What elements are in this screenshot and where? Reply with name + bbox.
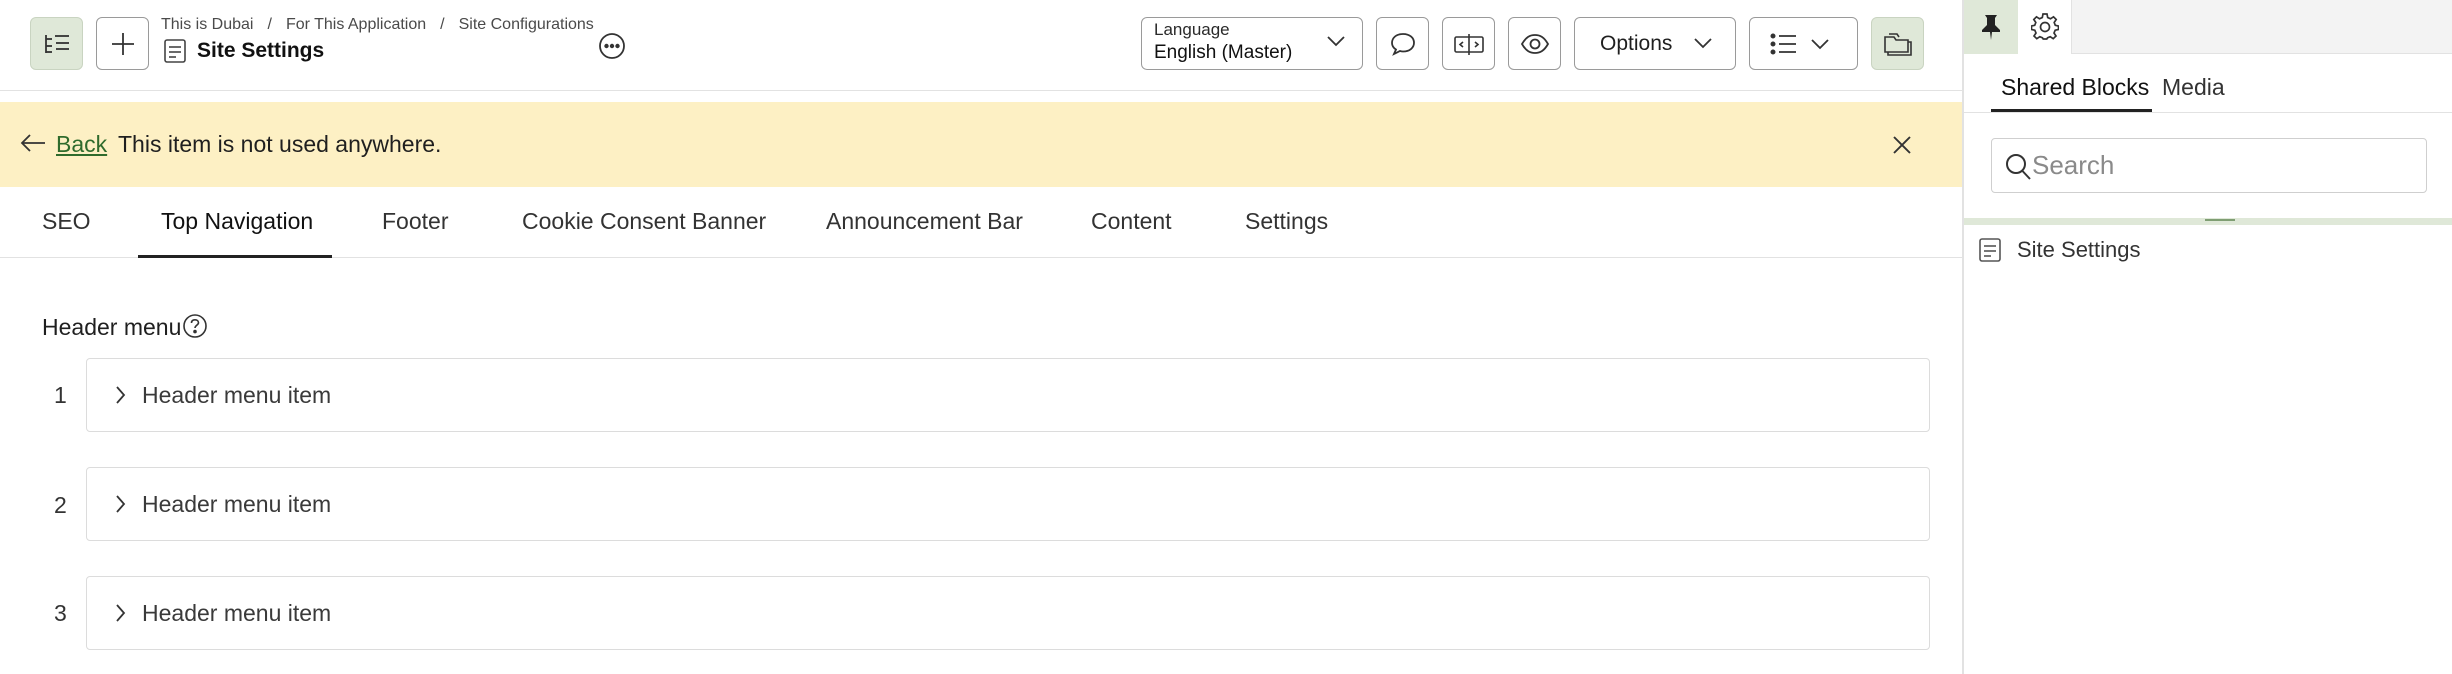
folder-panel-button[interactable] (1871, 17, 1924, 70)
ellipsis-circle-icon (599, 33, 625, 59)
document-icon (164, 39, 186, 63)
tab-footer[interactable]: Footer (382, 208, 448, 235)
language-select[interactable]: Language English (Master) (1141, 17, 1363, 70)
tree-item[interactable]: Site Settings (1978, 237, 2141, 263)
list-item[interactable]: Header menu item (86, 576, 1930, 650)
tab-shared-blocks[interactable]: Shared Blocks (2001, 74, 2149, 101)
arrow-left-icon[interactable] (19, 133, 47, 153)
tab-seo[interactable]: SEO (42, 208, 91, 235)
language-value: English (Master) (1154, 42, 1293, 63)
list-item[interactable]: Header menu item (86, 467, 1930, 541)
section-tabs: SEO Top Navigation Footer Cookie Consent… (0, 188, 1962, 258)
active-tab-indicator (138, 255, 332, 258)
tabs-divider (1964, 112, 2452, 113)
breadcrumb-separator: / (440, 16, 445, 33)
item-label: Header menu item (142, 382, 332, 408)
main-pane: This is Dubai / For This Application / Site … (0, 0, 1962, 674)
chevron-right-icon (116, 495, 126, 513)
tree-list-icon (44, 34, 69, 53)
plus-icon (111, 32, 134, 55)
pin-button[interactable] (1964, 0, 2018, 54)
search-box (1991, 138, 2427, 193)
chevron-down-icon (1811, 38, 1829, 49)
tab-content[interactable]: Content (1091, 208, 1172, 235)
language-label: Language (1154, 20, 1230, 39)
list-icon (1770, 33, 1796, 54)
search-input[interactable] (2032, 147, 2412, 183)
compare-versions-button[interactable] (1442, 17, 1495, 70)
breadcrumb-item[interactable]: This is Dubai (161, 16, 253, 33)
item-label: Header menu item (142, 491, 332, 517)
more-actions-button[interactable] (597, 31, 627, 61)
help-icon[interactable] (182, 313, 208, 339)
back-link[interactable]: Back (56, 131, 107, 158)
breadcrumb-separator: / (267, 16, 272, 33)
tab-settings[interactable]: Settings (1245, 208, 1328, 235)
page-title-wrap: Site Settings (163, 38, 324, 64)
header-menu-label: Header menu (42, 314, 182, 340)
comments-button[interactable] (1376, 17, 1429, 70)
options-dropdown-button[interactable]: Options (1574, 17, 1736, 70)
tree-item-label: Site Settings (2017, 237, 2141, 262)
eye-icon (1520, 33, 1549, 54)
compare-icon (1453, 33, 1484, 55)
breadcrumb-item[interactable]: Site Configurations (459, 16, 594, 33)
tab-cookie-consent-banner[interactable]: Cookie Consent Banner (522, 208, 766, 235)
page-title: Site Settings (197, 39, 325, 62)
gear-icon (2030, 13, 2059, 40)
item-index: 1 (54, 382, 67, 408)
chevron-right-icon (116, 604, 126, 622)
tab-top-navigation[interactable]: Top Navigation (161, 208, 313, 235)
breadcrumb-item[interactable]: For This Application (286, 16, 426, 33)
list-item[interactable]: Header menu item (86, 358, 1930, 432)
content-tree-toggle-button[interactable] (30, 17, 83, 70)
side-pane-toolbar (1964, 0, 2452, 54)
side-pane: Shared Blocks Media Site Settings (1962, 0, 2452, 674)
item-index: 2 (54, 492, 67, 518)
preview-button[interactable] (1508, 17, 1561, 70)
breadcrumb: This is Dubai / For This Application / Site … (161, 16, 594, 34)
search-icon (2006, 154, 2031, 180)
close-icon[interactable] (1891, 134, 1913, 156)
folders-icon (1883, 32, 1912, 56)
speech-bubble-icon (1390, 32, 1415, 56)
item-label: Header menu item (142, 600, 332, 626)
chevron-down-icon (1327, 36, 1345, 47)
chevron-down-icon (1694, 38, 1712, 49)
document-icon (1979, 238, 2001, 262)
item-index: 3 (54, 600, 67, 626)
pin-icon (1982, 15, 2000, 40)
tab-announcement-bar[interactable]: Announcement Bar (826, 208, 1023, 235)
chevron-right-icon (116, 386, 126, 404)
notice-message: This item is not used anywhere. (118, 131, 442, 157)
usage-notice-banner: Back This item is not used anywhere. (0, 102, 1962, 187)
view-mode-dropdown-button[interactable] (1749, 17, 1858, 70)
settings-button[interactable] (2018, 0, 2072, 54)
options-label: Options (1600, 31, 1673, 55)
tab-media[interactable]: Media (2162, 74, 2225, 101)
add-button[interactable] (96, 17, 149, 70)
top-toolbar: This is Dubai / For This Application / Site … (0, 0, 1962, 91)
resize-handle[interactable] (2205, 219, 2235, 221)
